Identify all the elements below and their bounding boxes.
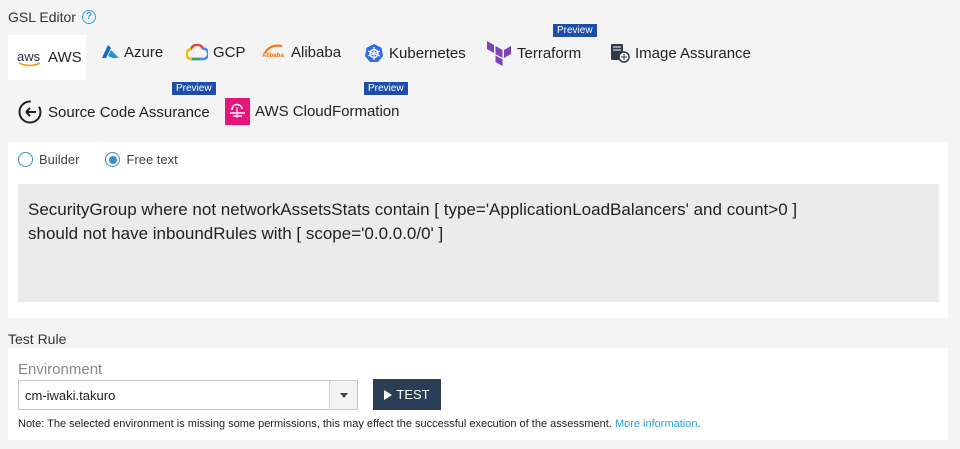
tab-azure[interactable]: Azure <box>101 44 163 61</box>
builder-radio-option[interactable]: Builder <box>18 152 79 167</box>
free-text-radio[interactable] <box>105 152 121 167</box>
dropdown-arrow[interactable] <box>329 381 357 409</box>
tab-aws-cloudformation[interactable]: AWS CloudFormation <box>225 98 400 125</box>
gsl-editor-header: GSL Editor ? <box>8 9 96 25</box>
play-icon <box>384 389 393 400</box>
rule-editor-panel: Builder Free text SecurityGroup where no… <box>8 142 948 318</box>
rule-text-editor[interactable]: SecurityGroup where not networkAssetsSta… <box>18 184 939 302</box>
azure-icon <box>102 45 119 58</box>
tab-terraform[interactable]: Terraform <box>486 40 581 66</box>
environment-value: cm-iwaki.takuro <box>25 387 116 403</box>
test-rule-title: Test Rule <box>8 331 67 347</box>
tab-kubernetes-label: Kubernetes <box>389 44 466 62</box>
free-text-label: Free text <box>126 152 178 167</box>
test-rule-panel: Environment cm-iwaki.takuro TEST Note: T… <box>8 348 948 440</box>
terraform-preview-badge: Preview <box>553 24 597 37</box>
page-title: GSL Editor <box>8 9 76 25</box>
permissions-note: Note: The selected environment is missin… <box>18 418 701 430</box>
gcp-icon <box>186 44 208 61</box>
tab-gcp[interactable]: GCP <box>186 44 246 61</box>
tab-alibaba-label: Alibaba <box>291 44 342 61</box>
permissions-note-text: Note: The selected environment is missin… <box>18 418 612 430</box>
alibaba-icon: Alibaba <box>262 44 286 61</box>
free-text-radio-option[interactable]: Free text <box>105 152 178 167</box>
source-code-icon <box>18 100 42 124</box>
tab-aws-cloudformation-label: AWS CloudFormation <box>255 103 400 120</box>
terraform-icon <box>487 41 511 66</box>
source-code-preview-badge: Preview <box>172 82 216 95</box>
environment-label: Environment <box>18 361 103 378</box>
help-icon[interactable]: ? <box>81 10 96 24</box>
kubernetes-icon <box>365 44 383 62</box>
tab-gcp-label: GCP <box>213 44 246 61</box>
tab-image-assurance[interactable]: Image Assurance <box>610 43 751 63</box>
note-suffix: . <box>697 418 701 430</box>
chevron-down-icon <box>339 392 348 398</box>
tab-alibaba[interactable]: Alibaba Alibaba <box>262 44 341 61</box>
tab-azure-label: Azure <box>124 44 164 61</box>
image-assurance-icon <box>611 44 630 63</box>
test-button-label: TEST <box>396 387 430 402</box>
environment-select[interactable]: cm-iwaki.takuro <box>18 380 358 410</box>
cloudformation-preview-badge: Preview <box>364 82 408 95</box>
tab-source-code-assurance-label: Source Code Assurance <box>48 103 210 121</box>
aws-icon: aws <box>17 48 41 66</box>
mode-radio-group: Builder Free text <box>18 152 204 167</box>
builder-radio[interactable] <box>18 152 33 167</box>
tab-image-assurance-label: Image Assurance <box>635 44 751 62</box>
cloudformation-icon <box>225 98 250 125</box>
more-information-link[interactable]: More information <box>615 418 698 430</box>
tab-source-code-assurance[interactable]: Source Code Assurance <box>17 99 210 125</box>
tab-aws[interactable]: aws AWS <box>8 35 86 80</box>
tab-aws-label: AWS <box>48 49 82 66</box>
tab-kubernetes[interactable]: Kubernetes <box>364 43 466 63</box>
test-button[interactable]: TEST <box>373 379 441 410</box>
tab-terraform-label: Terraform <box>517 44 582 62</box>
builder-label: Builder <box>39 152 80 167</box>
